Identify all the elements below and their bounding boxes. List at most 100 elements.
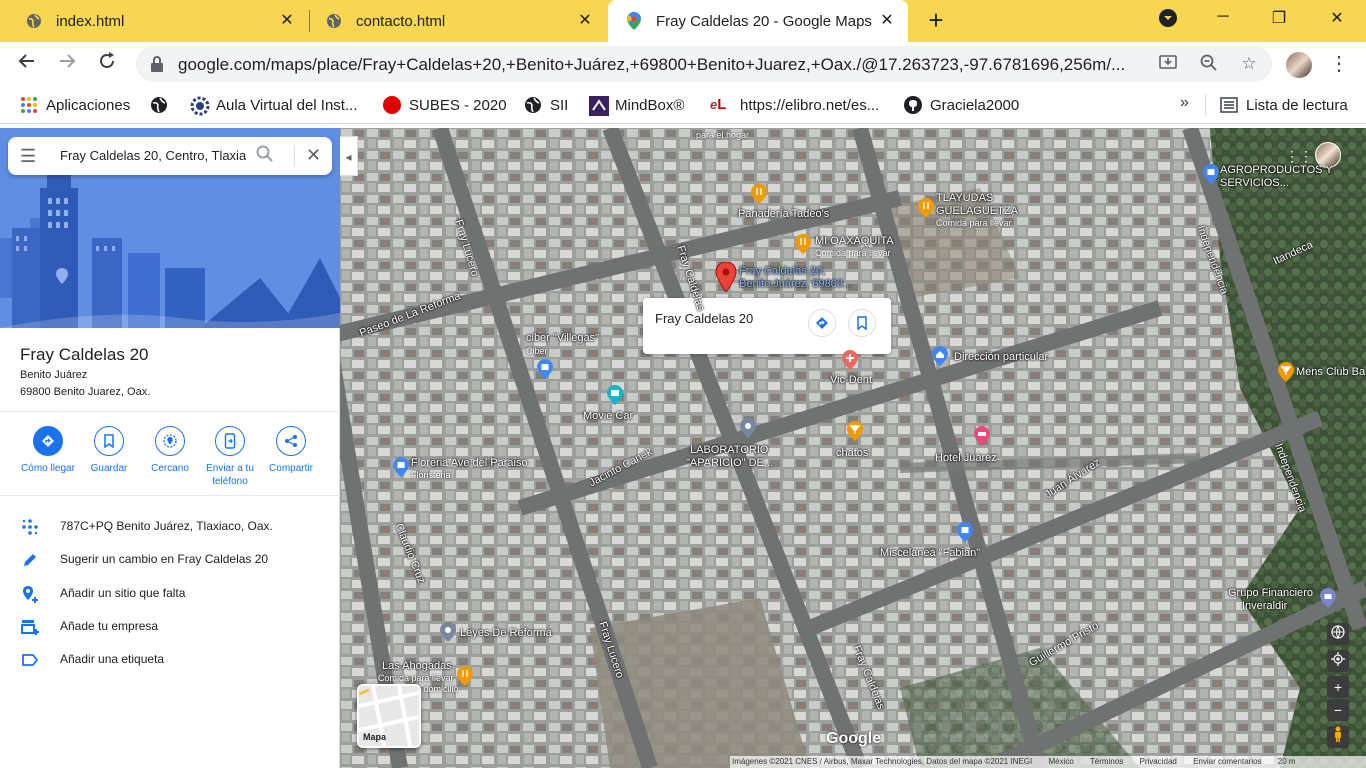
zoom-out-button[interactable]: − (1327, 699, 1349, 721)
nearby-button[interactable]: Cercano (140, 426, 200, 475)
terms-link[interactable]: Términos (1090, 757, 1123, 766)
chevron-down-icon (1159, 9, 1177, 27)
home-pin-icon[interactable] (932, 346, 948, 366)
profile-avatar[interactable] (1286, 52, 1312, 78)
info-plus-code[interactable]: 787C+PQ Benito Juárez, Tlaxiaco, Oax. (0, 511, 340, 541)
tab-contacto[interactable]: contacto.html ✕ (300, 0, 606, 42)
bank-pin-icon[interactable] (1320, 588, 1336, 608)
store-pin-icon[interactable] (1203, 164, 1219, 184)
close-icon[interactable]: ✕ (878, 12, 896, 30)
zoom-in-button[interactable]: + (1327, 676, 1349, 698)
poi-label: Movie Car (583, 410, 634, 422)
movie-pin-icon[interactable] (607, 385, 623, 405)
action-label: Guardar (90, 463, 128, 474)
clear-search-icon[interactable]: ✕ (306, 145, 326, 165)
globe-view-button[interactable] (1327, 623, 1349, 645)
bookmark-mindbox[interactable]: MindBox® (589, 95, 684, 116)
country-link[interactable]: México (1048, 757, 1073, 766)
search-input[interactable]: Fray Caldelas 20, Centro, Tlaxiaco (60, 148, 246, 163)
new-tab-button[interactable]: + (922, 7, 950, 35)
layer-switcher-button[interactable]: Mapa (357, 684, 421, 748)
selected-place-pin[interactable] (715, 261, 737, 293)
bookmark-label: SII (550, 96, 569, 114)
info-add-place[interactable]: Añadir un sitio que falta (0, 578, 340, 608)
store-pin-icon[interactable] (537, 359, 553, 379)
info-suggest-edit[interactable]: Sugerir un cambio en Fray Caldelas 20 (0, 544, 340, 574)
bookmark-label: SUBES - 2020 (409, 96, 507, 114)
hotel-pin-icon[interactable] (974, 426, 990, 446)
restaurant-pin-icon[interactable] (457, 666, 473, 686)
maximize-button[interactable]: ❐ (1264, 8, 1294, 34)
pencil-icon (20, 550, 40, 570)
lab-pin-icon[interactable] (740, 418, 756, 438)
bar-pin-icon[interactable] (847, 421, 863, 441)
store-pin-icon[interactable] (393, 457, 409, 477)
close-icon[interactable]: ✕ (576, 12, 594, 30)
info-add-business[interactable]: Añade tu empresa (0, 611, 340, 641)
health-pin-icon[interactable] (842, 350, 858, 370)
bar-pin-icon[interactable] (1278, 362, 1294, 382)
reading-list-button[interactable]: Lista de lectura (1220, 95, 1348, 115)
poi-sub: GUELAGUETZA (936, 205, 1018, 217)
privacy-link[interactable]: Privacidad (1139, 757, 1176, 766)
install-icon[interactable] (1157, 54, 1179, 76)
directions-icon[interactable] (808, 309, 836, 337)
restaurant-pin-icon[interactable] (918, 198, 934, 218)
bookmark-aula-virtual[interactable]: Aula Virtual del Inst... (190, 95, 357, 116)
satellite-map[interactable]: ⋮⋮⋮ Fray Caldelas 20, Benito Juárez, 698… (340, 128, 1366, 768)
share-button[interactable]: Compartir (261, 426, 321, 475)
add-place-icon (20, 584, 40, 604)
feedback-link[interactable]: Enviar comentarios (1193, 757, 1261, 766)
place-info-card[interactable]: Fray Caldelas 20 (643, 298, 891, 354)
search-icon[interactable] (256, 145, 276, 165)
forward-button[interactable] (54, 51, 80, 77)
bookmark-subes[interactable]: SUBES - 2020 (383, 95, 507, 115)
bookmark-elibro[interactable]: eL https://elibro.net/es... (710, 95, 879, 115)
store-pin-icon[interactable] (957, 522, 973, 542)
apps-grid-icon (20, 96, 38, 114)
more-bookmarks-button[interactable]: » (1180, 94, 1189, 112)
send-to-phone-button[interactable]: Enviar a tu teléfono (200, 426, 260, 488)
bookmark-github[interactable]: Graciela2000 (904, 95, 1019, 115)
collapse-panel-button[interactable]: ◂ (340, 136, 358, 176)
tab-google-maps[interactable]: Fray Caldelas 20 - Google Maps ✕ (608, 0, 908, 42)
scale-label[interactable]: 20 m (1278, 757, 1296, 766)
url-text[interactable]: google.com/maps/place/Fray+Caldelas+20,+… (178, 55, 1148, 75)
bookmark-globe[interactable] (150, 95, 176, 115)
bookmark-apps[interactable]: Aplicaciones (20, 95, 130, 115)
address-bar[interactable]: google.com/maps/place/Fray+Caldelas+20,+… (136, 46, 1272, 82)
reload-button[interactable] (94, 51, 120, 77)
landmark-pin-icon[interactable] (440, 622, 456, 642)
bookmarks-separator (1205, 94, 1206, 116)
bookmark-icon (94, 426, 124, 456)
tab-search-button[interactable] (1153, 8, 1183, 34)
tab-index[interactable]: index.html ✕ (0, 0, 308, 42)
my-location-button[interactable] (1327, 650, 1349, 672)
back-button[interactable] (14, 51, 40, 77)
action-label: Compartir (269, 463, 313, 474)
kebab-menu-icon[interactable]: ⋮ (1326, 51, 1352, 77)
back-arrow-icon (18, 54, 34, 68)
selected-label: Benito Juárez, 69800... (739, 278, 853, 290)
poi-sub: Comida para llevar (936, 218, 1012, 228)
restaurant-pin-icon[interactable] (751, 184, 767, 204)
directions-button[interactable]: Cómo llegar (18, 426, 78, 475)
zoom-icon[interactable] (1198, 54, 1220, 76)
save-button[interactable]: Guardar (79, 426, 139, 475)
close-icon[interactable]: ✕ (278, 12, 296, 30)
directions-icon (33, 426, 63, 456)
globe-icon (26, 13, 42, 29)
globe-icon (326, 13, 342, 29)
bookmark-sii[interactable]: SII (524, 95, 568, 115)
star-icon[interactable]: ☆ (1238, 54, 1260, 76)
minimize-button[interactable]: ─ (1208, 8, 1238, 34)
info-text: 787C+PQ Benito Juárez, Tlaxiaco, Oax. (60, 519, 273, 533)
info-add-label[interactable]: Añadir una etiqueta (0, 644, 340, 674)
close-window-button[interactable]: ✕ (1322, 8, 1352, 34)
hamburger-menu-icon[interactable]: ☰ (20, 146, 40, 166)
github-icon (904, 96, 922, 114)
bookmark-icon[interactable] (848, 309, 876, 337)
lock-icon[interactable] (150, 56, 164, 72)
restaurant-pin-icon[interactable] (795, 234, 811, 254)
pegman-button[interactable] (1327, 726, 1349, 748)
